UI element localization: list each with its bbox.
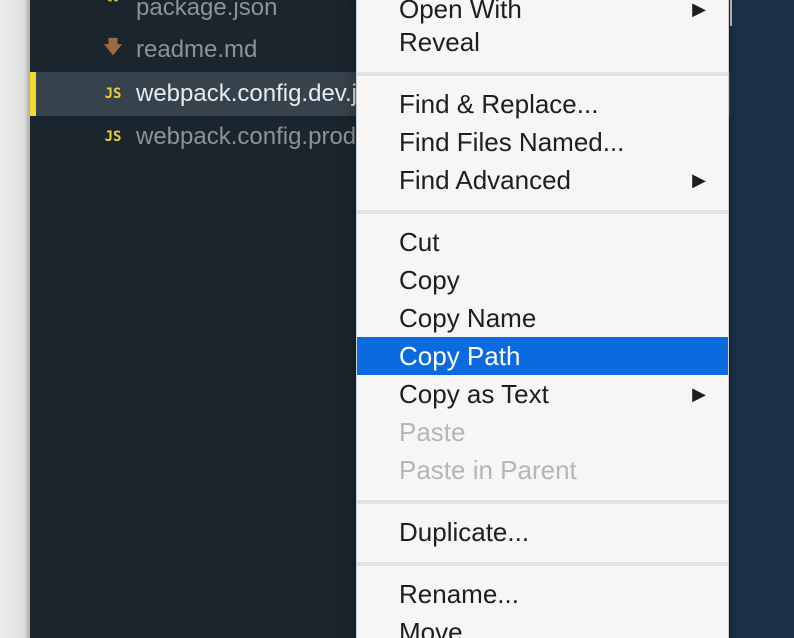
js-file-icon: JS xyxy=(104,129,122,145)
menu-item-copy-as-text[interactable]: Copy as Text ▶ xyxy=(357,375,728,413)
menu-item-find-files-named[interactable]: Find Files Named... xyxy=(357,123,728,161)
menu-item-reveal[interactable]: Reveal xyxy=(357,23,728,61)
js-file-icon: JS xyxy=(104,86,122,102)
menu-item-duplicate[interactable]: Duplicate... xyxy=(357,513,728,551)
menu-separator xyxy=(357,562,728,566)
window-edge xyxy=(0,0,30,638)
menu-separator xyxy=(357,72,728,76)
menu-item-paste-in-parent: Paste in Parent xyxy=(399,454,577,485)
menu-separator xyxy=(357,500,728,504)
menu-item-copy-name[interactable]: Copy Name xyxy=(357,299,728,337)
submenu-arrow-icon: ▶ xyxy=(692,0,706,19)
menu-item-cut[interactable]: Cut xyxy=(357,223,728,261)
json-file-icon: {} xyxy=(102,0,124,3)
context-menu: Open With ▶ Reveal Find & Replace... Fin… xyxy=(356,0,729,638)
file-name: package.json xyxy=(136,0,278,21)
menu-item-paste: Paste xyxy=(399,416,466,447)
file-name: webpack.config.prod.js xyxy=(136,123,381,150)
selection-indicator xyxy=(30,72,36,116)
menu-item-move[interactable]: Move xyxy=(357,613,728,638)
submenu-arrow-icon: ▶ xyxy=(692,169,706,190)
file-name: readme.md xyxy=(136,36,258,63)
file-name: webpack.config.dev.js xyxy=(136,80,370,107)
menu-item-rename[interactable]: Rename... xyxy=(357,575,728,613)
markdown-file-icon: 🡇 xyxy=(103,37,123,58)
editor-panel xyxy=(730,0,794,638)
menu-item-copy[interactable]: Copy xyxy=(357,261,728,299)
scrollbar[interactable] xyxy=(730,0,732,26)
menu-item-find-replace[interactable]: Find & Replace... xyxy=(357,85,728,123)
submenu-arrow-icon: ▶ xyxy=(692,383,706,404)
menu-separator xyxy=(357,210,728,214)
menu-item-find-advanced[interactable]: Find Advanced ▶ xyxy=(357,161,728,199)
menu-item-copy-path[interactable]: Copy Path xyxy=(357,337,728,375)
